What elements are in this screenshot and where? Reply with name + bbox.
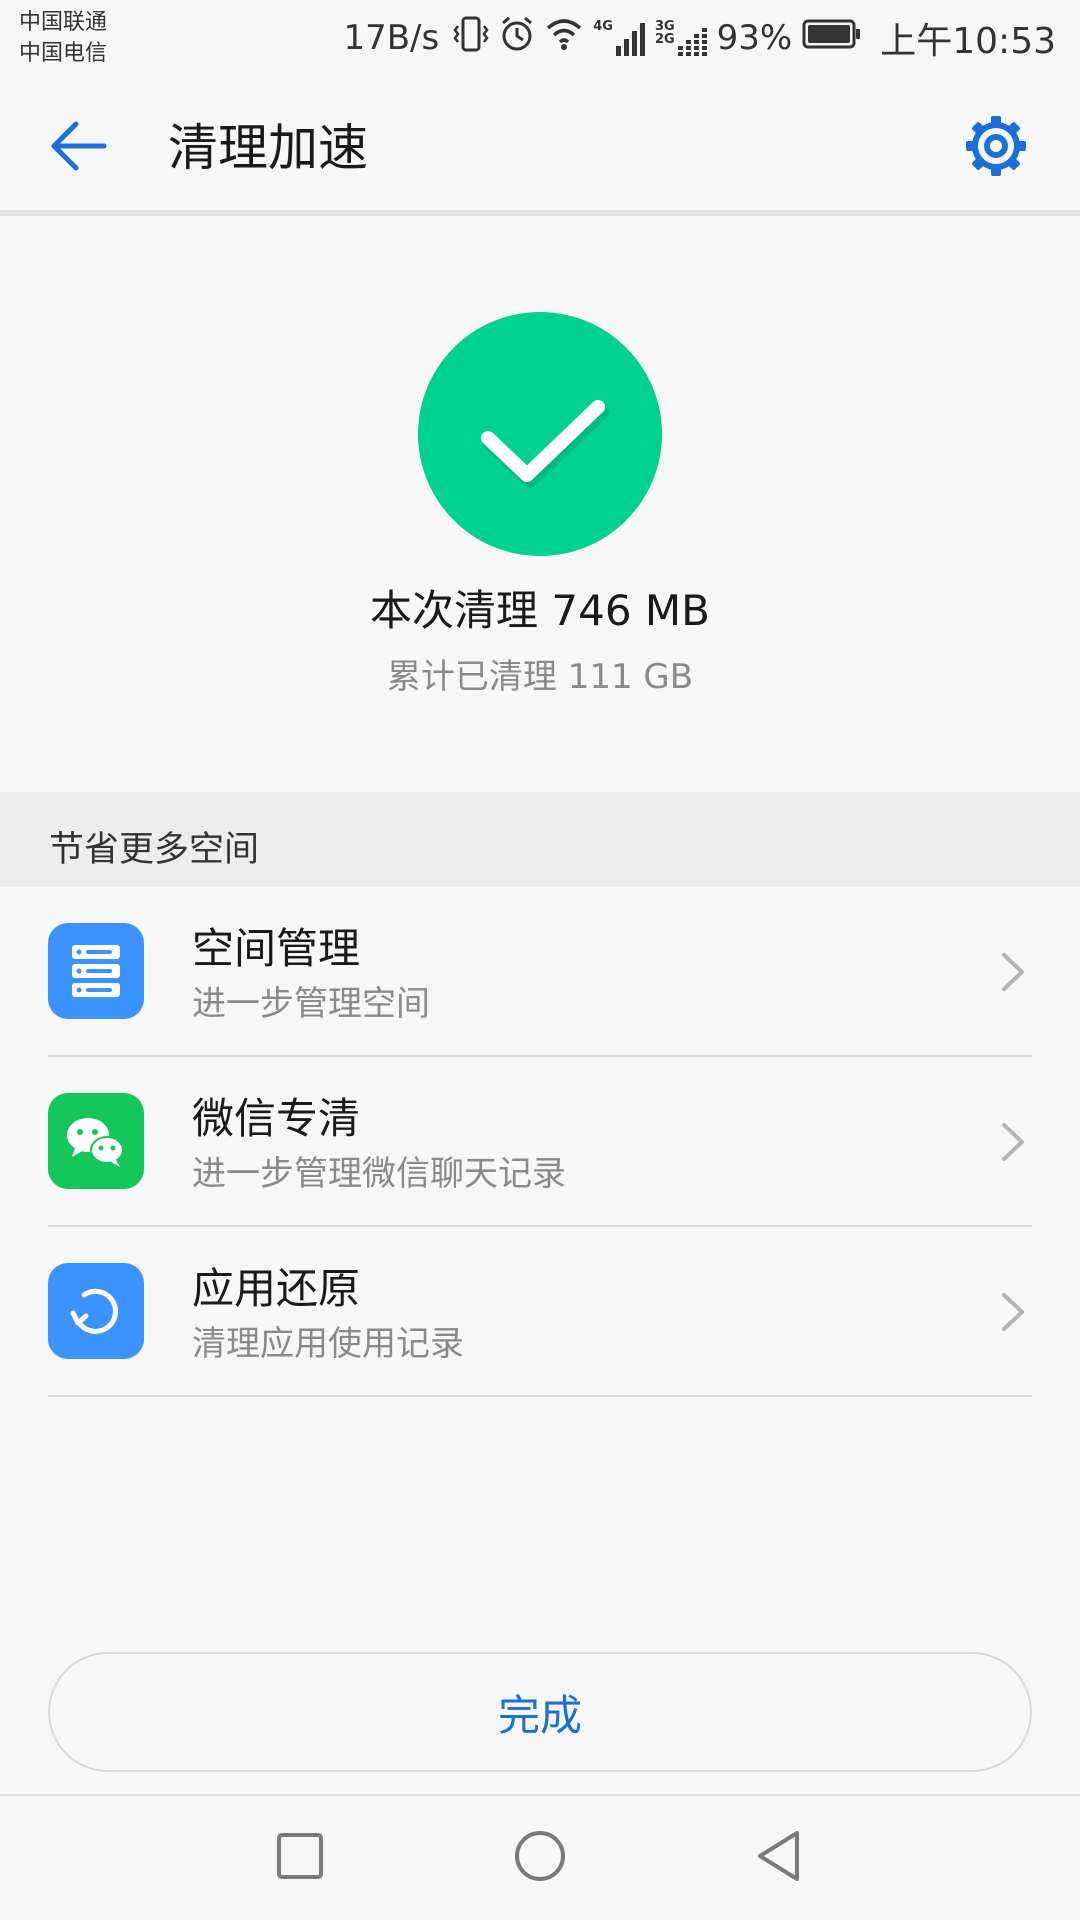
back-icon[interactable] (750, 1826, 810, 1886)
alarm-icon (499, 14, 535, 63)
carrier-info: 中国联通 中国电信 (19, 7, 107, 69)
app-bar: 清理加速 (0, 76, 1080, 210)
status-bar: 中国联通 中国电信 17B/s 4G 3G 2G 93% 上午10:53 (0, 0, 1080, 76)
item-label: 应用还原 (192, 1264, 361, 1313)
item-label: 微信专清 (192, 1094, 361, 1143)
recent-apps-icon[interactable] (270, 1826, 330, 1886)
clock: 上午10:53 (880, 21, 1056, 62)
chevron-right-icon (998, 947, 1028, 997)
gear-icon[interactable] (962, 112, 1030, 180)
feature-list: 空间管理 进一步管理空间 微信专清 进一步管理微信聊天记录 应用还原 清理应用使… (0, 887, 1080, 1397)
restore-icon (48, 1263, 144, 1359)
section-header: 节省更多空间 (0, 792, 1080, 887)
sig2-label-bottom: 2G (654, 32, 675, 47)
carrier-1: 中国联通 (19, 10, 108, 35)
carrier-2: 中国电信 (19, 41, 108, 66)
item-divider (48, 1395, 1032, 1397)
cleaned-this-time: 本次清理 746 MB (370, 586, 710, 635)
back-arrow-icon[interactable] (46, 114, 110, 178)
item-label: 空间管理 (192, 924, 361, 973)
chevron-right-icon (998, 1117, 1028, 1167)
net-speed: 17B/s (343, 18, 440, 58)
screen: 中国联通 中国电信 17B/s 4G 3G 2G 93% 上午10:53 清理加… (0, 0, 1080, 1920)
section-title: 节省更多空间 (49, 830, 260, 870)
battery-percent: 93% (716, 18, 793, 58)
sig2-labels: 3G 2G (655, 20, 675, 46)
status-indicators: 17B/s 4G 3G 2G 93% 上午10:53 (343, 14, 1056, 62)
battery-icon (802, 18, 862, 59)
wifi-icon (545, 16, 583, 61)
item-desc: 进一步管理微信聊天记录 (192, 1154, 566, 1194)
done-button[interactable]: 完成 (48, 1652, 1032, 1772)
cleanup-result: 本次清理 746 MB 累计已清理 111 GB (0, 216, 1080, 792)
checkmark-icon (418, 312, 662, 556)
wechat-icon (48, 1093, 144, 1189)
storage-icon (48, 923, 144, 1019)
navigation-bar (0, 1794, 1080, 1920)
item-desc: 进一步管理空间 (192, 984, 430, 1024)
list-item-space-management[interactable]: 空间管理 进一步管理空间 (0, 887, 1080, 1057)
vibrate-icon (453, 14, 489, 63)
signal-icon-2: 3G 2G (655, 20, 707, 56)
cleaned-total: 累计已清理 111 GB (386, 657, 694, 697)
page-title: 清理加速 (168, 119, 368, 177)
list-item-wechat-clean[interactable]: 微信专清 进一步管理微信聊天记录 (0, 1057, 1080, 1227)
sig1-label: 4G (593, 19, 613, 34)
home-icon[interactable] (510, 1826, 570, 1886)
chevron-right-icon (998, 1287, 1028, 1337)
list-item-app-restore[interactable]: 应用还原 清理应用使用记录 (0, 1227, 1080, 1397)
item-desc: 清理应用使用记录 (192, 1324, 464, 1364)
signal-icon-1: 4G (593, 20, 645, 56)
